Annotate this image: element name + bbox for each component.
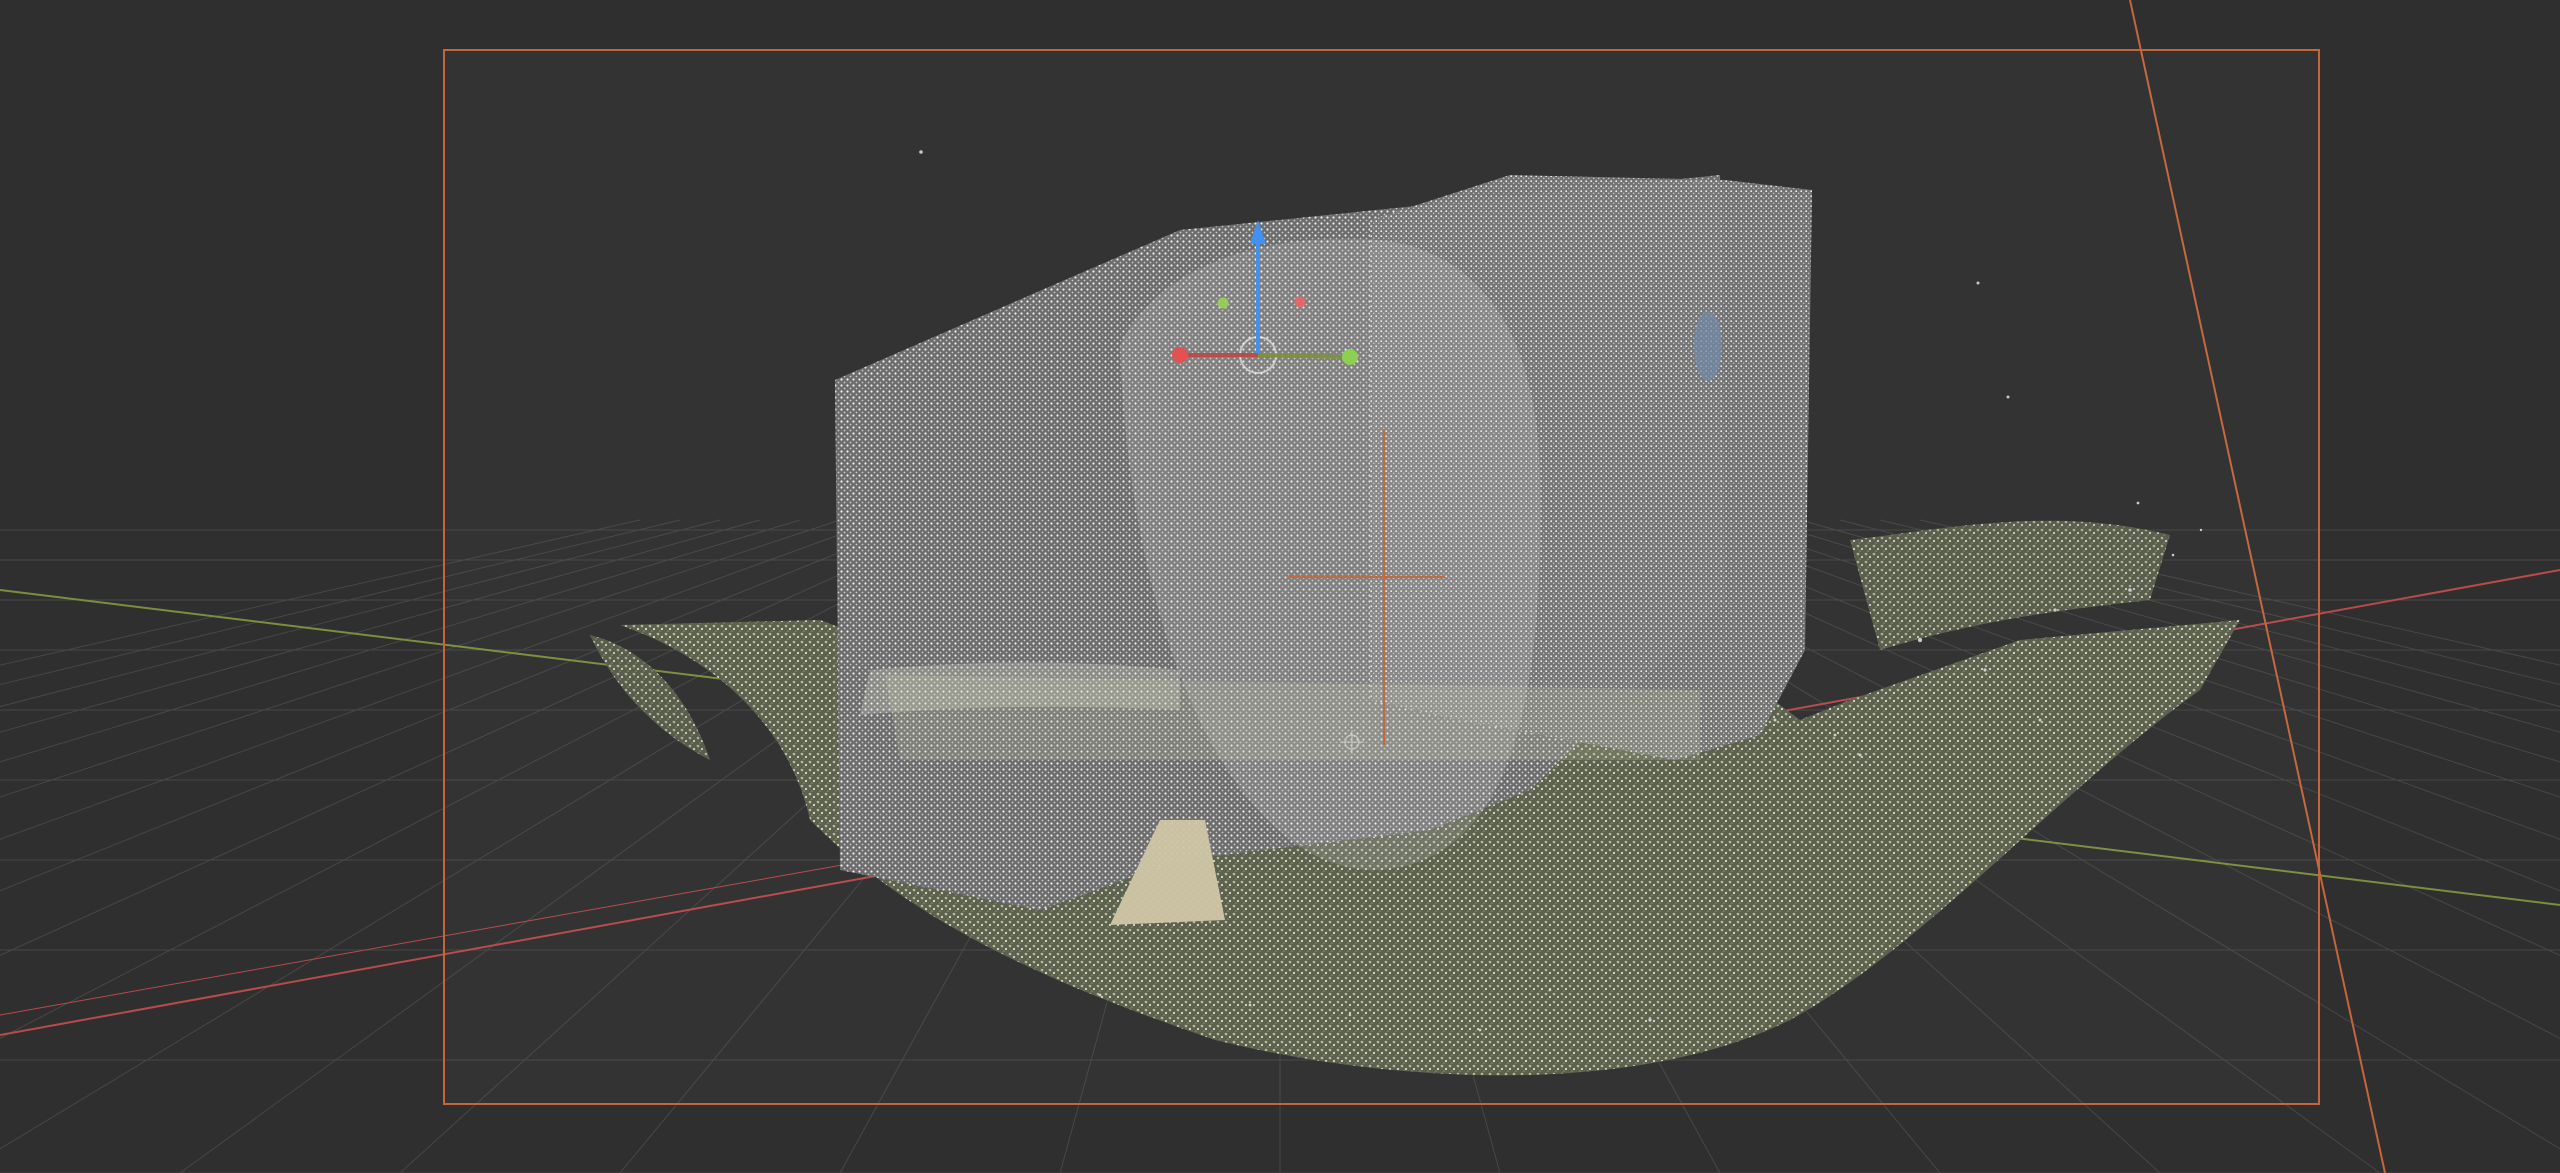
point-cloud xyxy=(590,175,2240,1076)
scatter-point-4 xyxy=(2136,501,2140,505)
scatter-point-5 xyxy=(2171,553,2175,557)
scatter-point-20 xyxy=(1548,988,1552,992)
scatter-point-1 xyxy=(919,150,923,154)
scatter-point-16 xyxy=(1248,1003,1252,1007)
scatter-point-19 xyxy=(1648,1018,1652,1022)
scatter-point-8 xyxy=(1917,637,1923,643)
viewport-3d[interactable] xyxy=(0,0,2560,1173)
scatter-point-13 xyxy=(1983,668,1987,672)
scatter-point-15 xyxy=(1098,993,1102,997)
scatter-point-6 xyxy=(2053,608,2057,612)
scatter-point-18 xyxy=(1478,1028,1482,1032)
scatter-point-9 xyxy=(1773,718,1777,722)
scatter-point-10 xyxy=(2199,528,2203,532)
scatter-point-11 xyxy=(1833,733,1837,737)
scatter-point-14 xyxy=(2038,718,2042,722)
scatter-point-7 xyxy=(2128,588,2132,592)
scatter-point-17 xyxy=(1348,1013,1352,1017)
scatter-point-12 xyxy=(1858,753,1862,757)
scatter-point-2 xyxy=(1976,281,1980,285)
scatter-point-3 xyxy=(2006,395,2010,399)
scene-canvas[interactable] xyxy=(0,0,2560,1173)
